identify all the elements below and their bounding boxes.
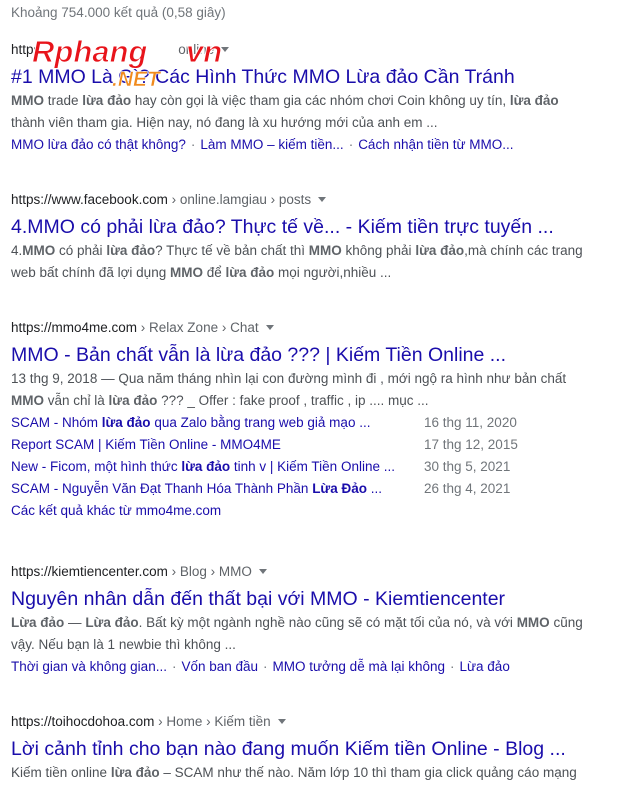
subresult-link[interactable]: SCAM - Nguyễn Văn Đạt Thanh Hóa Thành Ph… bbox=[11, 481, 382, 496]
url-domain: https://kiemtiencenter.com bbox=[11, 564, 168, 579]
subresults: SCAM - Nhóm lừa đảo qua Zalo bằng trang … bbox=[11, 412, 626, 500]
search-result-4: https://kiemtiencenter.com › Blog › MMO … bbox=[11, 562, 626, 678]
snippet-line: thành viên tham gia. Hiện nay, nó đang l… bbox=[11, 115, 438, 130]
snippet-line: MMO vẫn chỉ là lừa đảo ??? _ Offer : fak… bbox=[11, 393, 429, 408]
subresult-row: SCAM - Nguyễn Văn Đạt Thanh Hóa Thành Ph… bbox=[11, 478, 626, 500]
chevron-down-icon[interactable] bbox=[318, 196, 327, 202]
result-title[interactable]: Lời cảnh tỉnh cho bạn nào đang muốn Kiếm… bbox=[11, 736, 626, 762]
subresult-row: New - Ficom, một hình thức lừa đảo tinh … bbox=[11, 456, 626, 478]
subresult-link[interactable]: Report SCAM | Kiếm Tiền Online - MMO4ME bbox=[11, 437, 281, 452]
result-title[interactable]: 4.MMO có phải lừa đảo? Thực tế về... - K… bbox=[11, 214, 626, 240]
logo-main: Rphang bbox=[32, 34, 147, 69]
sitelink[interactable]: MMO tưởng dễ mà lại không bbox=[273, 659, 445, 674]
snippet-line: Kiếm tiền online lừa đảo – SCAM như thế … bbox=[11, 765, 577, 780]
result-snippet: Kiếm tiền online lừa đảo – SCAM như thế … bbox=[11, 762, 626, 784]
url-path: › Blog › MMO bbox=[167, 564, 252, 579]
url-domain: https://mmo4me.com bbox=[11, 320, 138, 335]
sitelinks: Thời gian và không gian... · Vốn ban đầu · M… bbox=[11, 659, 510, 674]
result-url[interactable]: https://kiemtiencenter.com › Blog › MMO bbox=[11, 562, 626, 582]
sitelink[interactable]: Vốn ban đầu bbox=[181, 659, 258, 674]
sitelink[interactable]: Làm MMO – kiếm tiền... bbox=[200, 137, 343, 152]
chevron-down-icon[interactable] bbox=[258, 568, 267, 574]
snippet-line: web bất chính đã lợi dụng MMO để lừa đảo… bbox=[11, 265, 392, 280]
snippet-line: 4.MMO có phải lừa đảo? Thực tế về bản ch… bbox=[11, 243, 583, 258]
result-snippet: Lừa đảo — Lừa đảo. Bất kỳ một ngành nghề… bbox=[11, 612, 626, 656]
logo-net: .NET bbox=[112, 68, 162, 91]
more-results-link[interactable]: Các kết quả khác từ mmo4me.com bbox=[11, 500, 626, 522]
result-snippet: 13 thg 9, 2018 — Qua năm tháng nhìn lại … bbox=[11, 368, 626, 412]
result-title[interactable]: Nguyên nhân dẫn đến thất bại với MMO - K… bbox=[11, 586, 626, 612]
subresult-row: Report SCAM | Kiếm Tiền Online - MMO4ME … bbox=[11, 434, 626, 456]
url-domain: https://toihocdohoa.com bbox=[11, 714, 155, 729]
search-result-3: https://mmo4me.com › Relax Zone › Chat M… bbox=[11, 318, 626, 522]
results-stats: Khoảng 754.000 kết quả (0,58 giây) bbox=[11, 5, 226, 20]
subresult-date: 30 thg 5, 2021 bbox=[424, 459, 511, 474]
subresult-row: SCAM - Nhóm lừa đảo qua Zalo bằng trang … bbox=[11, 412, 626, 434]
sitelink[interactable]: Lừa đảo bbox=[460, 659, 510, 674]
snippet-line: Lừa đảo — Lừa đảo. Bất kỳ một ngành nghề… bbox=[11, 615, 583, 630]
sitelink[interactable]: Cách nhận tiền từ MMO... bbox=[358, 137, 513, 152]
sitelink[interactable]: MMO lừa đảo có thật không? bbox=[11, 137, 186, 152]
url-path: › online.lamgiau › posts bbox=[167, 192, 312, 207]
result-url[interactable]: https://toihocdohoa.com › Home › Kiếm ti… bbox=[11, 712, 626, 732]
sitelink[interactable]: Thời gian và không gian... bbox=[11, 659, 167, 674]
site-logo-watermark: Rphang vn .NET bbox=[32, 34, 223, 92]
sitelinks: MMO lừa đảo có thật không? · Làm MMO – kiế… bbox=[11, 137, 514, 152]
subresult-link[interactable]: SCAM - Nhóm lừa đảo qua Zalo bằng trang … bbox=[11, 415, 370, 430]
url-domain: https://www.facebook.com bbox=[11, 192, 168, 207]
url-path: › Home › Kiếm tiền bbox=[154, 714, 271, 729]
result-url[interactable]: https://mmo4me.com › Relax Zone › Chat bbox=[11, 318, 626, 338]
subresult-date: 17 thg 12, 2015 bbox=[424, 437, 518, 452]
result-snippet: 4.MMO có phải lừa đảo? Thực tế về bản ch… bbox=[11, 240, 626, 284]
chevron-down-icon[interactable] bbox=[277, 718, 286, 724]
url-path: › Relax Zone › Chat bbox=[137, 320, 259, 335]
snippet-line: vậy. Nếu bạn là 1 newbie thì không ... bbox=[11, 637, 236, 652]
search-result-5: https://toihocdohoa.com › Home › Kiếm ti… bbox=[11, 712, 626, 784]
result-url[interactable]: https://www.facebook.com › online.lamgia… bbox=[11, 190, 626, 210]
snippet-line: 13 thg 9, 2018 — Qua năm tháng nhìn lại … bbox=[11, 371, 567, 386]
result-title[interactable]: MMO - Bản chất vẫn là lừa đảo ??? | Kiếm… bbox=[11, 342, 626, 368]
result-snippet: MMO trade lừa đảo hay còn gọi là việc th… bbox=[11, 90, 626, 134]
logo-vn: vn bbox=[186, 34, 222, 69]
subresult-link[interactable]: New - Ficom, một hình thức lừa đảo tinh … bbox=[11, 459, 395, 474]
subresult-date: 16 thg 11, 2020 bbox=[424, 415, 517, 430]
subresult-date: 26 thg 4, 2021 bbox=[424, 481, 511, 496]
search-result-2: https://www.facebook.com › online.lamgia… bbox=[11, 190, 626, 284]
chevron-down-icon[interactable] bbox=[265, 324, 274, 330]
